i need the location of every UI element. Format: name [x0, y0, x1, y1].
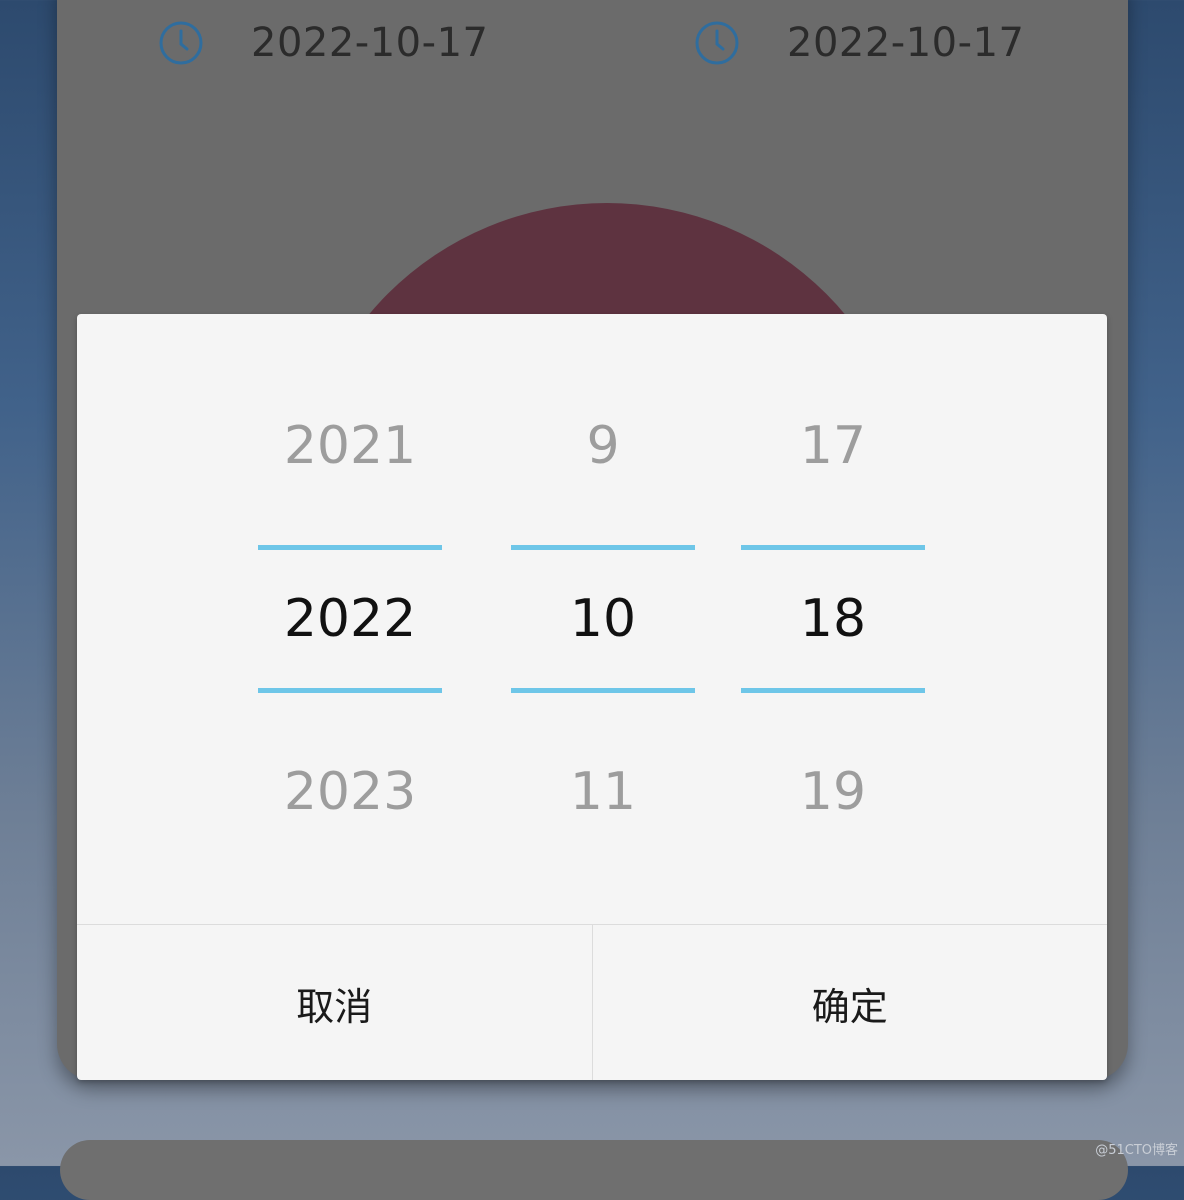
selection-line-top [511, 545, 695, 550]
cancel-button[interactable]: 取消 [77, 925, 593, 1080]
month-selected-option[interactable]: 10 [511, 589, 695, 649]
watermark: @51CTO博客 [1095, 1143, 1178, 1158]
day-prev-option[interactable]: 17 [741, 416, 925, 476]
year-selected-option[interactable]: 2022 [258, 589, 442, 649]
start-date-field[interactable]: 2022-10-17 [157, 15, 488, 71]
selection-line-bottom [511, 688, 695, 693]
year-next-option[interactable]: 2023 [258, 762, 442, 822]
selection-line-bottom [741, 688, 925, 693]
day-selected-option[interactable]: 18 [741, 589, 925, 649]
lower-card [60, 1140, 1128, 1200]
selection-line-top [258, 545, 442, 550]
year-wheel[interactable]: 2021 2022 2023 [258, 314, 442, 924]
day-next-option[interactable]: 19 [741, 762, 925, 822]
day-wheel[interactable]: 17 18 19 [741, 314, 925, 924]
clock-icon [695, 21, 739, 65]
month-prev-option[interactable]: 9 [511, 416, 695, 476]
confirm-button[interactable]: 确定 [593, 925, 1108, 1080]
start-date-text: 2022-10-17 [251, 20, 489, 66]
clock-icon [159, 21, 203, 65]
selection-line-bottom [258, 688, 442, 693]
month-wheel[interactable]: 9 10 11 [511, 314, 695, 924]
dialog-button-bar: 取消 确定 [77, 924, 1107, 1080]
selection-line-top [741, 545, 925, 550]
date-picker-dialog: 2021 2022 2023 9 10 11 17 18 19 取消 确定 [77, 314, 1107, 1080]
year-prev-option[interactable]: 2021 [258, 416, 442, 476]
end-date-text: 2022-10-17 [787, 20, 1025, 66]
end-date-field[interactable]: 2022-10-17 [693, 15, 1024, 71]
month-next-option[interactable]: 11 [511, 762, 695, 822]
